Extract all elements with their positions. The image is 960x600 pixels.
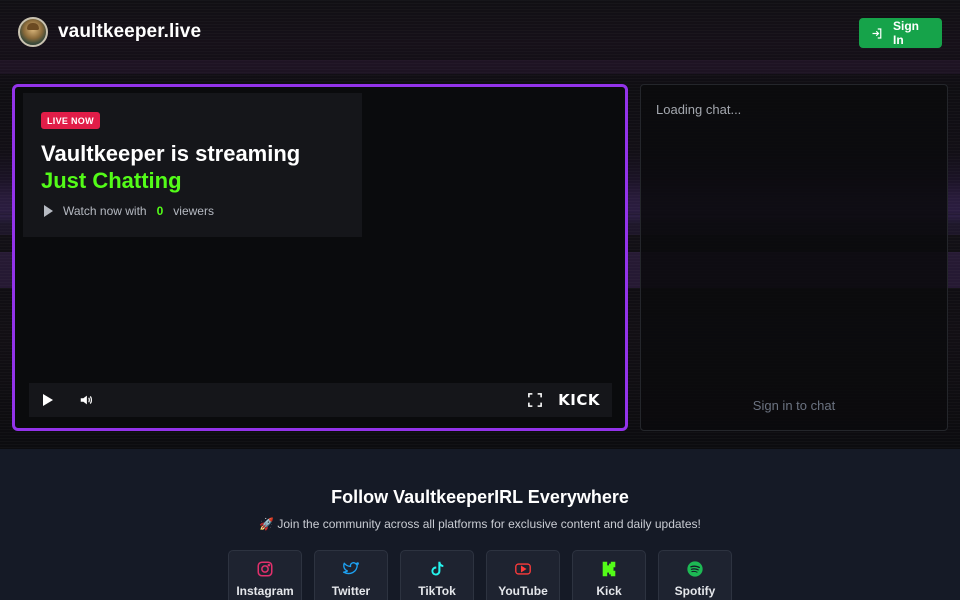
social-label: TikTok: [418, 584, 456, 598]
social-label: Spotify: [674, 584, 716, 598]
social-link-kick[interactable]: Kick: [572, 550, 646, 600]
viewers-label: viewers: [173, 204, 214, 218]
watch-now-row[interactable]: Watch now with 0 viewers: [41, 204, 344, 218]
sign-in-button[interactable]: Sign In: [859, 18, 942, 48]
chat-loading-text: Loading chat...: [656, 102, 742, 117]
site-header: vaultkeeper.live: [0, 0, 960, 64]
sign-in-to-chat-link[interactable]: Sign in to chat: [641, 398, 947, 413]
stream-title: Vaultkeeper is streaming: [41, 141, 301, 166]
social-link-tiktok[interactable]: TikTok: [400, 550, 474, 600]
social-link-youtube[interactable]: YouTube: [486, 550, 560, 600]
follow-section: Follow VaultkeeperIRL Everywhere 🚀 Join …: [0, 449, 960, 600]
live-info-card: LIVE NOW Vaultkeeper is streaming Just C…: [23, 93, 362, 237]
player-controls: KICK: [29, 383, 612, 417]
avatar: [18, 17, 48, 47]
volume-icon: [80, 395, 92, 405]
sign-in-icon: [872, 27, 882, 39]
play-button[interactable]: [41, 394, 53, 406]
tiktok-icon: [431, 561, 444, 576]
video-player[interactable]: LIVE NOW Vaultkeeper is streaming Just C…: [12, 84, 628, 431]
spotify-icon: [687, 561, 703, 577]
brand[interactable]: vaultkeeper.live: [18, 17, 201, 47]
social-link-instagram[interactable]: Instagram: [228, 550, 302, 600]
youtube-icon: [515, 563, 531, 575]
follow-subtitle: 🚀 Join the community across all platform…: [259, 517, 701, 531]
play-icon: [43, 394, 53, 406]
social-links: Instagram Twitter TikTok YouTube Kick Sp…: [228, 550, 732, 600]
site-name: vaultkeeper.live: [58, 21, 202, 42]
kick-icon: [602, 561, 616, 577]
kick-logo[interactable]: KICK: [558, 391, 600, 409]
live-badge: LIVE NOW: [41, 112, 100, 129]
chat-panel: Loading chat... Sign in to chat: [640, 84, 948, 431]
fullscreen-icon: [528, 393, 543, 407]
twitter-icon: [342, 562, 359, 575]
volume-button[interactable]: [79, 393, 93, 407]
stream-category: Just Chatting: [41, 168, 182, 193]
social-label: Twitter: [331, 584, 371, 598]
follow-title: Follow VaultkeeperIRL Everywhere: [331, 487, 629, 507]
social-label: YouTube: [498, 584, 548, 598]
fullscreen-button[interactable]: [528, 393, 543, 407]
viewer-count: 0: [156, 204, 164, 218]
social-link-spotify[interactable]: Spotify: [658, 550, 732, 600]
social-link-twitter[interactable]: Twitter: [314, 550, 388, 600]
play-icon: [44, 205, 53, 217]
instagram-icon: [257, 561, 273, 577]
sign-in-label: Sign In: [893, 19, 920, 47]
social-label: Kick: [596, 584, 622, 598]
watch-now-text: Watch now with: [63, 204, 147, 218]
social-label: Instagram: [236, 584, 294, 598]
